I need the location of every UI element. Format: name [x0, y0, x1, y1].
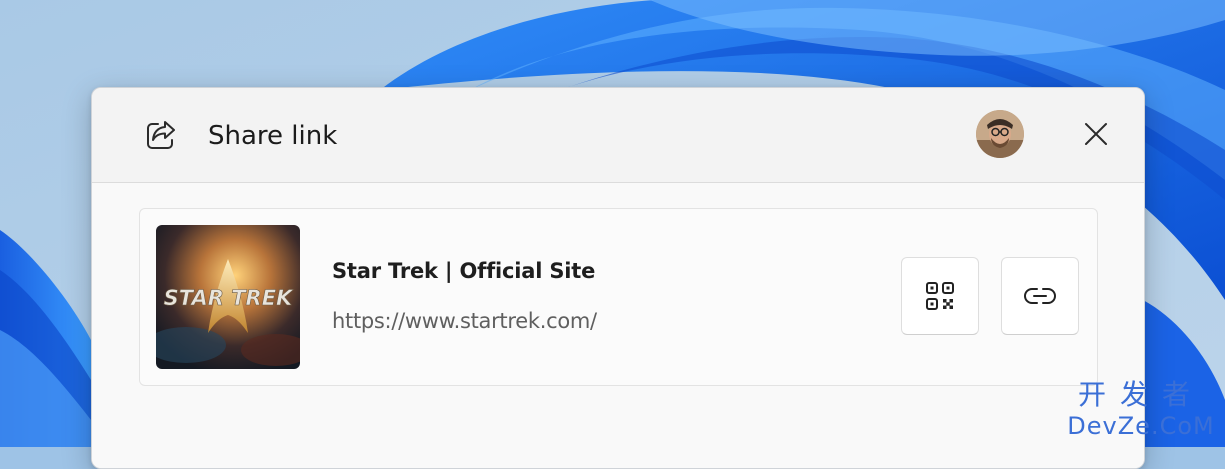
qr-code-button[interactable]: [901, 257, 979, 335]
link-preview-card: STAR TREK Star Trek | Official Site http…: [139, 208, 1098, 386]
share-icon: [147, 121, 175, 149]
copy-link-button[interactable]: [1001, 257, 1079, 335]
watermark-en: DevZe.CoM: [1067, 412, 1215, 440]
site-thumbnail: STAR TREK: [156, 225, 300, 369]
qr-code-icon: [926, 282, 954, 310]
share-dialog: Share link STAR TREK Star Trek | Officia…: [91, 87, 1145, 469]
page-url: https://www.startrek.com/: [332, 309, 597, 333]
site-watermark: 开发者 DevZe.CoM: [1066, 378, 1216, 442]
watermark-cn: 开发者: [1077, 378, 1204, 411]
dialog-body: STAR TREK Star Trek | Official Site http…: [92, 183, 1144, 468]
user-avatar[interactable]: [976, 110, 1024, 158]
thumbnail-logo-text: STAR TREK: [164, 286, 294, 310]
dialog-header: Share link: [92, 88, 1144, 183]
page-title: Star Trek | Official Site: [332, 259, 596, 283]
link-icon: [1024, 288, 1056, 304]
close-button[interactable]: [1078, 116, 1114, 152]
dialog-title: Share link: [208, 121, 338, 151]
